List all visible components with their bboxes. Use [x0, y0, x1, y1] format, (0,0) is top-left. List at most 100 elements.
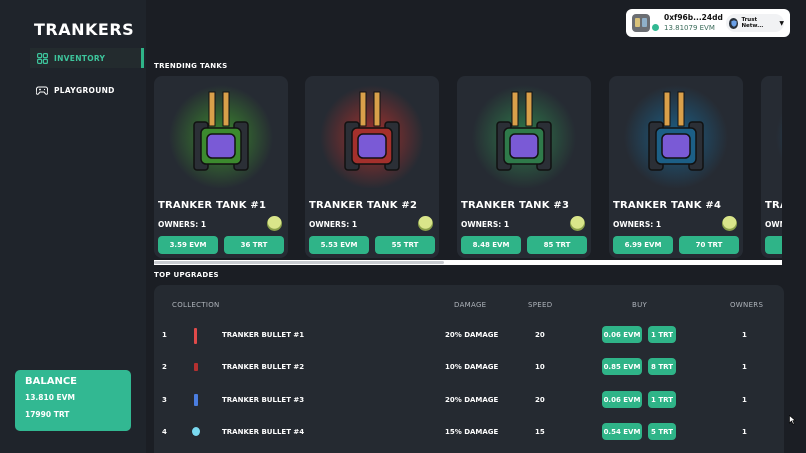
- cursor-icon: [789, 415, 796, 425]
- balance-title: BALANCE: [25, 376, 78, 387]
- row-rank: 3: [162, 396, 167, 404]
- upgrades-table: COLLECTION DAMAGE SPEED BUY OWNERS 1 TRA…: [154, 285, 784, 453]
- trending-title: TRENDING TANKS: [154, 62, 228, 70]
- shield-icon: [729, 17, 739, 29]
- buy-trt-button[interactable]: 55 TRT: [375, 236, 435, 254]
- balance-evm: 13.810 EVM: [25, 393, 75, 402]
- gamepad-icon: [36, 84, 48, 96]
- buy-trt-button[interactable]: 1 TRT: [648, 391, 676, 408]
- skull-icon: [267, 216, 282, 231]
- tank-owners: OWNERS: 1: [461, 220, 510, 229]
- bullet-icon: [194, 363, 198, 371]
- bullet-icon: [194, 394, 198, 406]
- avatar: [632, 14, 650, 32]
- col-owners: OWNERS: [730, 301, 764, 309]
- sidebar-item-label: INVENTORY: [54, 53, 106, 63]
- tank-owners: OWNERS: 1: [765, 220, 782, 229]
- tank-card[interactable]: TRA OWNERS: 1: [761, 76, 782, 258]
- table-row[interactable]: 4 TRANKER BULLET #4 15% DAMAGE 15 0.54 E…: [154, 423, 784, 443]
- tank-owners: OWNERS: 1: [613, 220, 662, 229]
- wallet-address: 0xf96b...24dd: [664, 13, 723, 22]
- col-collection: COLLECTION: [172, 301, 220, 309]
- trending-carousel[interactable]: TRANKER TANK #1 OWNERS: 1 3.59 EVM 36 TR…: [154, 76, 782, 260]
- buy-trt-button[interactable]: 70 TRT: [679, 236, 739, 254]
- buy-evm-button[interactable]: [765, 236, 782, 254]
- tank-image: [471, 82, 577, 188]
- tank-card[interactable]: TRANKER TANK #3 OWNERS: 1 8.48 EVM 85 TR…: [457, 76, 591, 258]
- col-damage: DAMAGE: [454, 301, 487, 309]
- tank-image: [319, 82, 425, 188]
- carousel-scrollbar[interactable]: [154, 260, 782, 265]
- balance-trt: 17990 TRT: [25, 410, 70, 419]
- buy-evm-button[interactable]: 8.48 EVM: [461, 236, 521, 254]
- buy-evm-button[interactable]: 6.99 EVM: [613, 236, 673, 254]
- tank-name: TRA: [765, 200, 782, 211]
- row-speed: 20: [535, 331, 545, 339]
- wallet-balance: 13.81079 EVM: [664, 24, 715, 32]
- sidebar-item-label: PLAYGROUND: [54, 85, 115, 95]
- bullet-icon: [194, 328, 197, 344]
- wallet-widget[interactable]: 0xf96b...24dd 13.81079 EVM Trust Netw...…: [626, 9, 790, 37]
- verified-icon: [652, 24, 659, 31]
- tank-image: [168, 82, 274, 188]
- upgrades-title: TOP UPGRADES: [154, 271, 219, 279]
- row-speed: 20: [535, 396, 545, 404]
- buy-trt-button[interactable]: 8 TRT: [648, 358, 676, 375]
- brand-logo: TRANKERS: [34, 20, 135, 39]
- balance-card: BALANCE 13.810 EVM 17990 TRT: [15, 370, 131, 431]
- row-name: TRANKER BULLET #1: [222, 331, 305, 339]
- tank-name: TRANKER TANK #4: [613, 200, 722, 211]
- tank-name: TRANKER TANK #2: [309, 200, 418, 211]
- grid-icon: [36, 52, 48, 64]
- row-rank: 1: [162, 331, 167, 339]
- buy-trt-button[interactable]: 1 TRT: [648, 326, 676, 343]
- col-buy: BUY: [632, 301, 648, 309]
- row-name: TRANKER BULLET #4: [222, 428, 305, 436]
- buy-evm-button[interactable]: 0.54 EVM: [602, 423, 642, 440]
- buy-trt-button[interactable]: 85 TRT: [527, 236, 587, 254]
- network-label: Trust Netw...: [741, 17, 764, 29]
- sidebar-item-inventory[interactable]: INVENTORY: [30, 48, 144, 68]
- chevron-down-icon: ▼: [779, 19, 784, 27]
- row-owners: 1: [742, 331, 747, 339]
- buy-trt-button[interactable]: 36 TRT: [224, 236, 284, 254]
- buy-evm-button[interactable]: 0.06 EVM: [602, 326, 642, 343]
- tank-image: [775, 82, 782, 188]
- tank-card[interactable]: TRANKER TANK #2 OWNERS: 1 5.53 EVM 55 TR…: [305, 76, 439, 258]
- skull-icon: [570, 216, 585, 231]
- table-row[interactable]: 3 TRANKER BULLET #3 20% DAMAGE 20 0.06 E…: [154, 391, 784, 411]
- tank-card[interactable]: TRANKER TANK #4 OWNERS: 1 6.99 EVM 70 TR…: [609, 76, 743, 258]
- row-speed: 15: [535, 428, 545, 436]
- sidebar: TRANKERS INVENTORY PLAYGROUND BALANCE 13…: [0, 0, 146, 453]
- table-row[interactable]: 2 TRANKER BULLET #2 10% DAMAGE 10 0.85 E…: [154, 358, 784, 378]
- tank-image: [623, 82, 729, 188]
- row-rank: 2: [162, 363, 167, 371]
- row-damage: 20% DAMAGE: [445, 396, 499, 404]
- scrollbar-thumb[interactable]: [154, 261, 444, 264]
- sidebar-item-playground[interactable]: PLAYGROUND: [30, 80, 144, 100]
- buy-evm-button[interactable]: 0.06 EVM: [602, 391, 642, 408]
- bullet-icon: [192, 427, 200, 436]
- row-owners: 1: [742, 363, 747, 371]
- skull-icon: [418, 216, 433, 231]
- skull-icon: [722, 216, 737, 231]
- network-selector[interactable]: Trust Netw... ▼: [726, 14, 784, 32]
- buy-trt-button[interactable]: 5 TRT: [648, 423, 676, 440]
- row-rank: 4: [162, 428, 167, 436]
- tank-card[interactable]: TRANKER TANK #1 OWNERS: 1 3.59 EVM 36 TR…: [154, 76, 288, 258]
- row-speed: 10: [535, 363, 545, 371]
- tank-name: TRANKER TANK #1: [158, 200, 267, 211]
- tank-owners: OWNERS: 1: [158, 220, 207, 229]
- row-damage: 10% DAMAGE: [445, 363, 499, 371]
- row-damage: 20% DAMAGE: [445, 331, 499, 339]
- buy-evm-button[interactable]: 3.59 EVM: [158, 236, 218, 254]
- row-damage: 15% DAMAGE: [445, 428, 499, 436]
- row-owners: 1: [742, 428, 747, 436]
- tank-name: TRANKER TANK #3: [461, 200, 570, 211]
- col-speed: SPEED: [528, 301, 553, 309]
- buy-evm-button[interactable]: 5.53 EVM: [309, 236, 369, 254]
- row-name: TRANKER BULLET #2: [222, 363, 305, 371]
- row-owners: 1: [742, 396, 747, 404]
- table-row[interactable]: 1 TRANKER BULLET #1 20% DAMAGE 20 0.06 E…: [154, 326, 784, 346]
- buy-evm-button[interactable]: 0.85 EVM: [602, 358, 642, 375]
